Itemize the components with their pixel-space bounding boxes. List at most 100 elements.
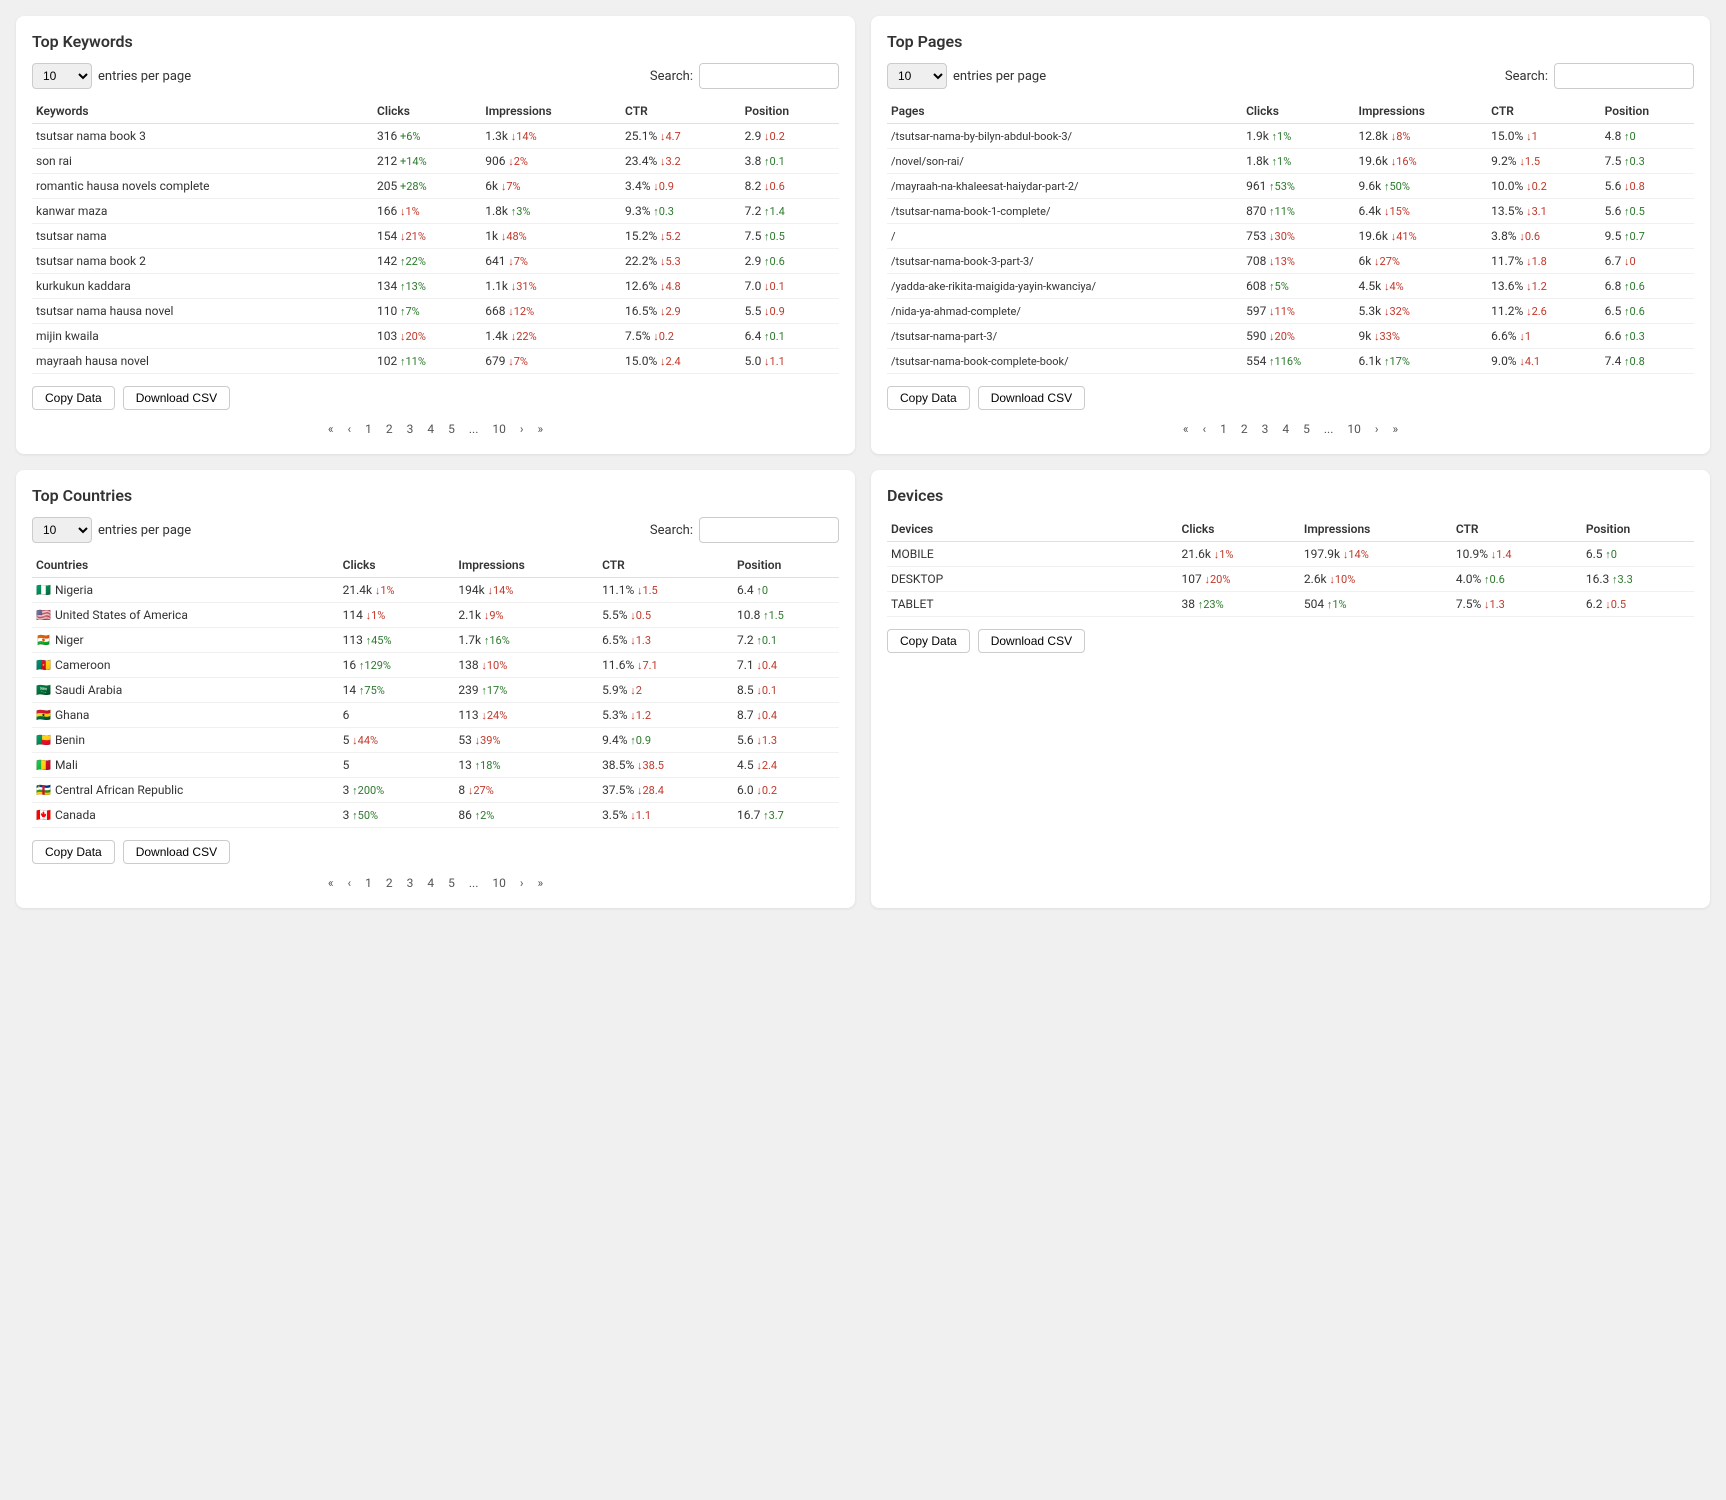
- country-cell: 🇳🇬Nigeria: [32, 578, 339, 603]
- pag-3[interactable]: 3: [402, 420, 419, 438]
- impressions-cell: 1.8k ↑3%: [481, 199, 621, 224]
- pag-1[interactable]: 1: [360, 420, 377, 438]
- pag-5[interactable]: 5: [443, 420, 460, 438]
- keyword-cell: mijin kwaila: [32, 324, 373, 349]
- impressions-cell: 1k ↓48%: [481, 224, 621, 249]
- impressions-cell: 906 ↓2%: [481, 149, 621, 174]
- keywords-search-input[interactable]: [699, 63, 839, 89]
- impressions-cell: 5.3k ↓32%: [1355, 299, 1488, 324]
- position-cell: 5.6 ↑0.5: [1601, 199, 1694, 224]
- clicks-cell: 961 ↑53%: [1242, 174, 1354, 199]
- country-cell: 🇨🇦Canada: [32, 803, 339, 828]
- clicks-cell: 113 ↑45%: [339, 628, 455, 653]
- ctr-cell: 37.5% ↓28.4: [598, 778, 733, 803]
- keyword-cell: tsutsar nama: [32, 224, 373, 249]
- pages-col-page: Pages: [887, 99, 1242, 124]
- clicks-cell: 708 ↓13%: [1242, 249, 1354, 274]
- table-row: mijin kwaila103 ↓20%1.4k ↓22%7.5% ↓0.26.…: [32, 324, 839, 349]
- keywords-copy-btn[interactable]: Copy Data: [32, 386, 115, 410]
- keywords-col-clicks: Clicks: [373, 99, 481, 124]
- country-cell: 🇨🇫Central African Republic: [32, 778, 339, 803]
- keywords-search-control: Search:: [650, 63, 839, 89]
- position-cell: 6.4 ↑0: [733, 578, 839, 603]
- keywords-col-impressions: Impressions: [481, 99, 621, 124]
- impressions-cell: 19.6k ↓41%: [1355, 224, 1488, 249]
- countries-search-input[interactable]: [699, 517, 839, 543]
- clicks-cell: 3 ↑200%: [339, 778, 455, 803]
- table-row: tsutsar nama154 ↓21%1k ↓48%15.2% ↓5.27.5…: [32, 224, 839, 249]
- ctr-cell: 5.9% ↓2: [598, 678, 733, 703]
- impressions-cell: 197.9k ↓14%: [1300, 542, 1452, 567]
- position-cell: 10.8 ↑1.5: [733, 603, 839, 628]
- ctr-cell: 16.5% ↓2.9: [621, 299, 741, 324]
- ctr-cell: 5.5% ↓0.5: [598, 603, 733, 628]
- keywords-entries-select[interactable]: 102550: [32, 63, 92, 89]
- pages-copy-btn[interactable]: Copy Data: [887, 386, 970, 410]
- ctr-cell: 6.5% ↓1.3: [598, 628, 733, 653]
- keywords-download-btn[interactable]: Download CSV: [123, 386, 230, 410]
- pag-2[interactable]: 2: [381, 420, 398, 438]
- table-row: /nida-ya-ahmad-complete/597 ↓11%5.3k ↓32…: [887, 299, 1694, 324]
- ctr-cell: 9.2% ↓1.5: [1487, 149, 1601, 174]
- pages-entries-select[interactable]: 102550: [887, 63, 947, 89]
- pages-search-label: Search:: [1505, 69, 1548, 84]
- ctr-cell: 15.0% ↓1: [1487, 124, 1601, 149]
- impressions-cell: 6.1k ↑17%: [1355, 349, 1488, 374]
- clicks-cell: 102 ↑11%: [373, 349, 481, 374]
- position-cell: 4.5 ↓2.4: [733, 753, 839, 778]
- table-row: son rai212 +14%906 ↓2%23.4% ↓3.23.8 ↑0.1: [32, 149, 839, 174]
- pag-prev[interactable]: ‹: [343, 420, 357, 438]
- impressions-cell: 19.6k ↓16%: [1355, 149, 1488, 174]
- countries-download-btn[interactable]: Download CSV: [123, 840, 230, 864]
- position-cell: 3.8 ↑0.1: [741, 149, 839, 174]
- table-row: kanwar maza166 ↓1%1.8k ↑3%9.3% ↑0.37.2 ↑…: [32, 199, 839, 224]
- pages-download-btn[interactable]: Download CSV: [978, 386, 1085, 410]
- top-keywords-panel: Top Keywords 102550 entries per page Sea…: [16, 16, 855, 454]
- ctr-cell: 23.4% ↓3.2: [621, 149, 741, 174]
- impressions-cell: 8 ↓27%: [454, 778, 598, 803]
- impressions-cell: 641 ↓7%: [481, 249, 621, 274]
- clicks-cell: 114 ↓1%: [339, 603, 455, 628]
- table-row: /novel/son-rai/1.8k ↑1%19.6k ↓16%9.2% ↓1…: [887, 149, 1694, 174]
- pages-table: Pages Clicks Impressions CTR Position /t…: [887, 99, 1694, 374]
- devices-copy-btn[interactable]: Copy Data: [887, 629, 970, 653]
- devices-download-btn[interactable]: Download CSV: [978, 629, 1085, 653]
- ctr-cell: 9.3% ↑0.3: [621, 199, 741, 224]
- clicks-cell: 21.6k ↓1%: [1178, 542, 1300, 567]
- ctr-cell: 11.6% ↓7.1: [598, 653, 733, 678]
- pag-next[interactable]: ›: [515, 420, 529, 438]
- pages-search-input[interactable]: [1554, 63, 1694, 89]
- keyword-cell: kanwar maza: [32, 199, 373, 224]
- position-cell: 2.9 ↑0.6: [741, 249, 839, 274]
- clicks-cell: 166 ↓1%: [373, 199, 481, 224]
- table-row: tsutsar nama book 3316 +6%1.3k ↓14%25.1%…: [32, 124, 839, 149]
- countries-entries-select[interactable]: 102550: [32, 517, 92, 543]
- pag-10[interactable]: 10: [487, 420, 511, 438]
- clicks-cell: 110 ↑7%: [373, 299, 481, 324]
- ctr-cell: 22.2% ↓5.3: [621, 249, 741, 274]
- keyword-cell: tsutsar nama book 3: [32, 124, 373, 149]
- clicks-cell: 16 ↑129%: [339, 653, 455, 678]
- ctr-cell: 6.6% ↓1: [1487, 324, 1601, 349]
- clicks-cell: 154 ↓21%: [373, 224, 481, 249]
- devices-col-position: Position: [1582, 517, 1694, 542]
- impressions-cell: 9.6k ↑50%: [1355, 174, 1488, 199]
- ctr-cell: 13.6% ↓1.2: [1487, 274, 1601, 299]
- page-cell: /tsutsar-nama-book-3-part-3/: [887, 249, 1242, 274]
- page-cell: /tsutsar-nama-by-bilyn-abdul-book-3/: [887, 124, 1242, 149]
- countries-col-name: Countries: [32, 553, 339, 578]
- country-cell: 🇧🇯Benin: [32, 728, 339, 753]
- clicks-cell: 608 ↑5%: [1242, 274, 1354, 299]
- pag-first[interactable]: «: [323, 420, 339, 438]
- countries-copy-btn[interactable]: Copy Data: [32, 840, 115, 864]
- keywords-search-label: Search:: [650, 69, 693, 84]
- table-row: 🇨🇦Canada3 ↑50%86 ↑2%3.5% ↓1.116.7 ↑3.7: [32, 803, 839, 828]
- table-row: /yadda-ake-rikita-maigida-yayin-kwanciya…: [887, 274, 1694, 299]
- pages-btn-row: Copy Data Download CSV: [887, 386, 1694, 410]
- pag-last[interactable]: »: [532, 420, 548, 438]
- pag-4[interactable]: 4: [422, 420, 439, 438]
- clicks-cell: 870 ↑11%: [1242, 199, 1354, 224]
- keyword-cell: kurkukun kaddara: [32, 274, 373, 299]
- devices-col-impressions: Impressions: [1300, 517, 1452, 542]
- position-cell: 9.5 ↑0.7: [1601, 224, 1694, 249]
